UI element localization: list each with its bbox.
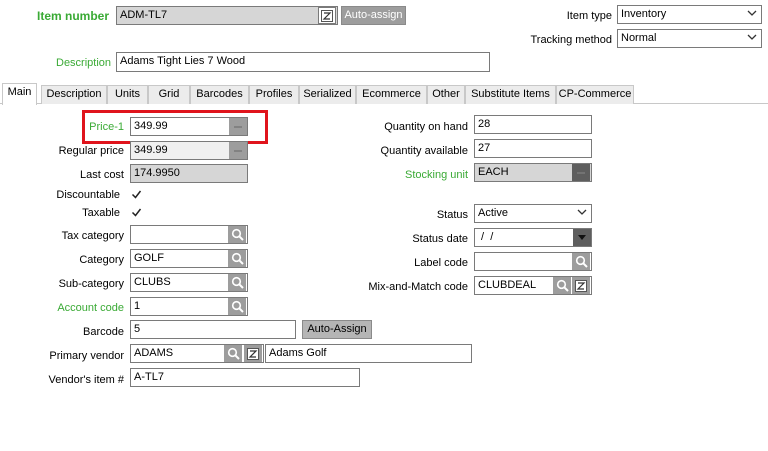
tab-label: Profiles [255,88,293,100]
auto-assign-button[interactable]: Auto-assign [341,6,406,25]
tab-label: CP-Commerce [558,88,632,100]
discountable-checkbox[interactable] [130,188,143,201]
tab-label: Ecommerce [362,88,421,100]
description-field[interactable]: Adams Tight Lies 7 Wood [116,52,490,72]
description-value: Adams Tight Lies 7 Wood [120,55,246,67]
vendor-item-value: A-TL7 [134,371,164,383]
status-date-label: Status date [412,233,468,245]
barcode-value: 5 [134,323,141,335]
discountable-label: Discountable [56,189,120,201]
edit-icon[interactable] [318,7,336,24]
search-icon[interactable] [228,298,246,315]
tracking-method-select[interactable]: Normal [617,29,762,48]
item-type-select[interactable]: Inventory [617,5,762,24]
tab-profiles[interactable]: Profiles [249,85,299,104]
calendar-dropdown-icon[interactable] [573,229,591,246]
tab-label: Grid [158,88,180,100]
tab-units[interactable]: Units [107,85,148,104]
status-value: Active [478,207,508,219]
tab-other[interactable]: Other [427,85,465,104]
tracking-method-value: Normal [621,32,657,44]
taxable-label: Taxable [82,207,120,219]
item-type-value: Inventory [621,8,667,20]
primary-vendor-name-field: Adams Golf [265,344,472,363]
account-code-label: Account code [57,302,124,314]
tab-label: Other [432,88,460,100]
tab-main[interactable]: Main [2,83,37,105]
vendor-item-field[interactable]: A-TL7 [130,368,360,387]
stocking-unit-value: EACH [478,166,509,178]
label-code-label: Label code [414,257,468,269]
barcode-auto-assign-label: Auto-Assign [307,323,367,335]
tab-ecommerce[interactable]: Ecommerce [356,85,427,104]
search-icon[interactable] [553,277,571,294]
sub-category-label: Sub-category [58,278,124,290]
regular-price-dropdown-button[interactable] [229,142,247,159]
stocking-unit-label: Stocking unit [405,169,468,181]
primary-vendor-label: Primary vendor [49,350,124,362]
mix-match-value: CLUBDEAL [478,279,537,291]
qty-available-value: 27 [478,142,491,154]
search-icon[interactable] [228,274,246,291]
tab-serialized[interactable]: Serialized [299,85,356,104]
tab-bar: Main Description Units Grid Barcodes Pro… [0,83,768,105]
last-cost-field: 174.9950 [130,164,248,183]
search-icon[interactable] [224,345,242,362]
regular-price-label: Regular price [58,145,124,157]
stocking-unit-dropdown-button[interactable] [572,164,590,181]
qty-on-hand-label: Quantity on hand [384,121,468,133]
tab-label: Serialized [303,88,352,100]
tab-barcodes[interactable]: Barcodes [190,85,249,104]
tab-description[interactable]: Description [41,85,107,104]
item-number-label: Item number [37,9,110,23]
last-cost-label: Last cost [79,169,124,181]
search-icon[interactable] [228,226,246,243]
search-icon[interactable] [228,250,246,267]
tab-label: Barcodes [196,88,243,100]
item-number-value: ADM-TL7 [120,9,168,21]
qty-on-hand-field: 28 [474,115,592,134]
tab-cp-commerce[interactable]: CP-Commerce [556,85,634,104]
chevron-down-icon [747,32,757,47]
search-icon[interactable] [572,253,590,270]
barcode-field[interactable]: 5 [130,320,296,339]
auto-assign-label: Auto-assign [344,9,403,21]
tab-label: Substitute Items [471,88,550,100]
primary-vendor-value: ADAMS [134,347,174,359]
status-label: Status [436,209,468,221]
item-type-label: Item type [566,10,612,22]
qty-available-field: 27 [474,139,592,158]
sub-category-value: CLUBS [134,276,171,288]
tab-substitute-items[interactable]: Substitute Items [465,85,556,104]
tracking-method-label: Tracking method [530,34,612,46]
item-number-field[interactable]: ADM-TL7 [116,6,338,25]
vendor-item-label: Vendor's item # [48,374,124,386]
mix-match-label: Mix-and-Match code [368,281,468,293]
barcode-auto-assign-button[interactable]: Auto-Assign [302,320,372,339]
barcode-label: Barcode [83,326,124,338]
account-code-value: 1 [134,300,141,312]
tab-grid[interactable]: Grid [148,85,190,104]
last-cost-value: 174.9950 [134,167,180,179]
zoom-icon[interactable] [244,345,262,362]
status-date-value: / / [478,231,494,243]
tab-label: Main [7,86,32,98]
taxable-checkbox[interactable] [130,206,143,219]
primary-vendor-name: Adams Golf [269,347,327,359]
qty-available-label: Quantity available [380,145,468,157]
description-label: Description [56,57,112,69]
category-value: GOLF [134,252,164,264]
tab-label: Units [114,88,141,100]
tab-label: Description [46,88,102,100]
regular-price-value: 349.99 [134,144,168,156]
tax-category-label: Tax category [61,230,124,242]
chevron-down-icon [747,8,757,23]
highlight-box [82,110,268,144]
status-select[interactable]: Active [474,204,592,223]
qty-on-hand-value: 28 [478,118,491,130]
zoom-icon[interactable] [572,277,590,294]
category-label: Category [79,254,124,266]
chevron-down-icon [577,207,587,222]
